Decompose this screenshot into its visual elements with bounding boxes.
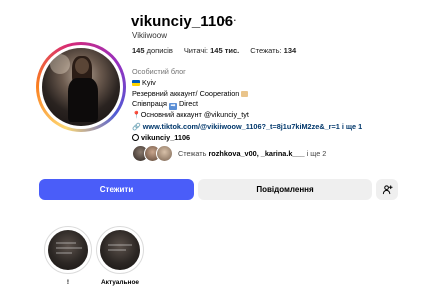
profile-username: vikunciy_1106 — [131, 13, 234, 30]
pin-icon: 📍 — [132, 112, 141, 120]
right-arrow-icon: ➡ — [168, 103, 177, 111]
mutual-avatar — [156, 145, 173, 162]
avatar-dress — [68, 78, 98, 122]
followed-by[interactable]: Стежать rozhkova_v00, _karina.k___ і ще … — [132, 145, 326, 162]
following-count: 134 — [283, 46, 297, 55]
suggested-accounts-button[interactable] — [376, 179, 398, 200]
followers-stat[interactable]: Читачі: 145 тис. — [184, 46, 239, 55]
profile-stats: 145 дописів Читачі: 145 тис. Стежать: 13… — [132, 46, 296, 55]
highlight-cover — [100, 230, 140, 270]
following-label: Стежать: — [250, 46, 282, 55]
followed-by-names[interactable]: rozhkova_v00, _karina.k___ — [208, 149, 304, 158]
story-highlight[interactable]: Актуальное — [96, 226, 144, 286]
follow-button[interactable]: Стежити — [39, 179, 194, 200]
message-button[interactable]: Повідомлення — [198, 179, 372, 200]
threads-icon — [132, 134, 139, 142]
following-stat[interactable]: Стежать: 134 — [250, 46, 296, 55]
bio-coop-line: Співпраця ➡ Direct — [132, 99, 362, 111]
profile-category: Особистий блог — [132, 67, 186, 76]
highlight-ring — [44, 226, 92, 274]
followers-label: Читачі: — [183, 46, 209, 55]
highlight-label: ! — [66, 279, 70, 286]
cover-text-line — [108, 244, 132, 246]
add-person-icon — [382, 185, 393, 195]
ukraine-flag-icon — [132, 80, 140, 87]
avatar-light — [50, 54, 70, 74]
bio-main-account[interactable]: Основний аккаунт @vikunciy_tyt — [141, 110, 249, 119]
bio-location: Kyiv — [142, 78, 156, 88]
bio-reserve-text: Резервний аккаунт/ Cooperation — [132, 88, 240, 98]
avatar-face — [75, 58, 89, 74]
cover-text-line — [56, 247, 82, 249]
bio-main-line: 📍Основний аккаунт @vikunciy_tyt — [132, 110, 362, 121]
followed-by-text: Стежать rozhkova_v00, _karina.k___ і ще … — [178, 149, 326, 158]
link-icon: 🔗 — [132, 123, 141, 131]
posts-stat: 145 дописів — [132, 46, 173, 55]
story-highlight[interactable]: ! — [44, 226, 92, 286]
followed-by-prefix: Стежать — [178, 149, 207, 158]
posts-count: 145 — [132, 46, 145, 55]
avatar-gap — [39, 45, 123, 129]
mutual-avatars — [132, 145, 173, 162]
cover-text-line — [56, 252, 72, 254]
highlight-ring — [96, 226, 144, 274]
profile-bio: Особистий блог Kyiv Резервний аккаунт/ C… — [132, 67, 362, 143]
package-icon — [241, 90, 249, 97]
highlight-label: Актуальное — [100, 279, 140, 286]
profile-avatar-story-ring[interactable] — [36, 42, 126, 132]
highlight-cover — [48, 230, 88, 270]
cover-text-line — [56, 242, 76, 244]
bio-coop-suffix: Direct — [178, 99, 199, 109]
bio-link-line[interactable]: 🔗 www.tiktok.com/@vikiiwoow_1106?_t=8j1u… — [132, 122, 362, 133]
bio-reserve-line: Резервний аккаунт/ Cooperation — [132, 89, 362, 99]
profile-full-name: Vikiiwoow — [132, 31, 167, 40]
bio-location-line: Kyiv — [132, 78, 362, 88]
more-options-icon[interactable]: ··· — [222, 12, 238, 27]
followers-count: 145 тис. — [210, 46, 240, 55]
profile-avatar[interactable] — [42, 48, 120, 126]
threads-line[interactable]: vikunciy_1106 — [132, 133, 362, 143]
bio-external-link[interactable]: www.tiktok.com/@vikiiwoow_1106?_t=8j1u7k… — [143, 122, 362, 131]
bio-coop-prefix: Співпраця — [132, 99, 167, 109]
posts-label: дописів — [146, 46, 173, 55]
cover-text-line — [108, 249, 126, 251]
followed-by-suffix: і ще 2 — [306, 149, 327, 158]
threads-username[interactable]: vikunciy_1106 — [141, 133, 190, 142]
